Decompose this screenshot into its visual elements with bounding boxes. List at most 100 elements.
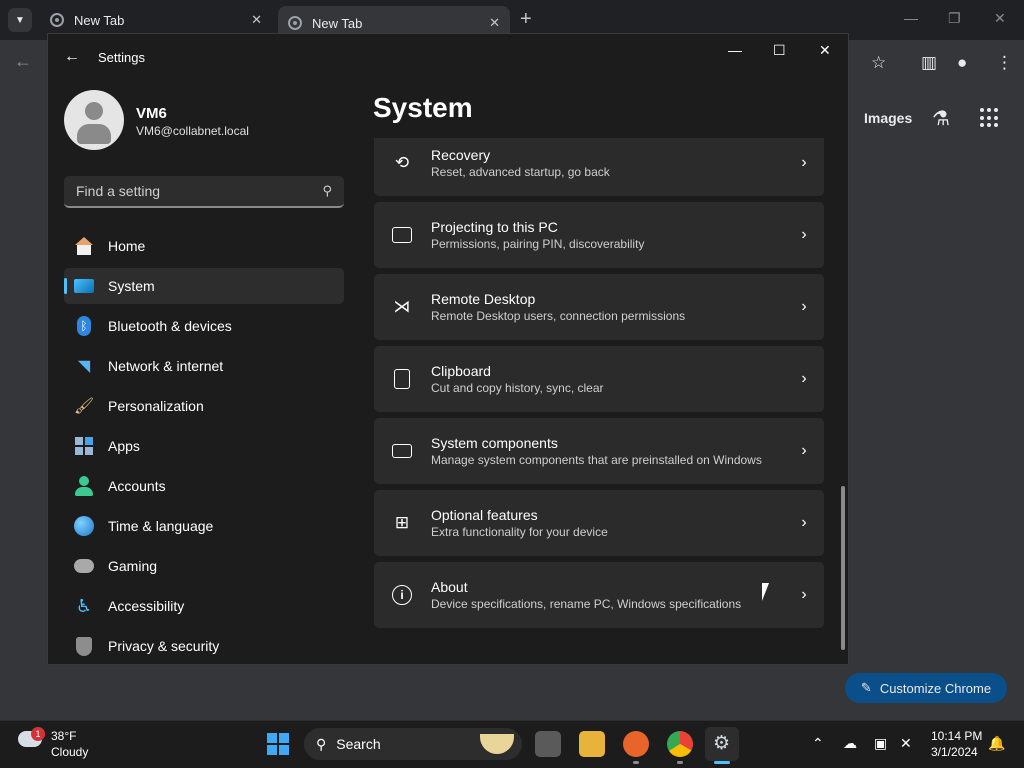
settings-app-button[interactable]: ⚙ [705,727,739,761]
profile-icon[interactable]: ● [957,53,967,73]
chevron-right-icon: › [801,154,807,171]
side-panel-icon[interactable]: ▥ [921,53,937,73]
nav-label: Home [108,238,146,254]
nav-label: Bluetooth & devices [108,318,232,334]
card-system-components[interactable]: System components Manage system componen… [374,418,824,484]
account-icon [74,476,94,496]
tab-search-button[interactable]: ▼ [8,8,32,32]
chevron-right-icon: › [801,514,807,531]
nav-item-apps[interactable]: Apps [64,428,344,464]
home-icon [74,236,94,256]
nav-item-system[interactable]: System [64,268,344,304]
remote-desktop-icon: ⋊ [393,297,411,316]
taskbar-search-label: Search [336,736,381,752]
nav-item-bluetooth[interactable]: ᛒ Bluetooth & devices [64,308,344,344]
card-subtitle: Manage system components that are preins… [431,453,762,467]
firefox-icon[interactable] [623,731,649,757]
volume-muted-icon[interactable]: ✕ [900,735,912,752]
nav-item-network[interactable]: ◥ Network & internet [64,348,344,384]
avatar[interactable] [64,90,124,150]
active-app-indicator [714,761,730,764]
settings-nav: Home System ᛒ Bluetooth & devices ◥ Netw… [64,228,344,664]
nav-item-gaming[interactable]: Gaming [64,548,344,584]
optional-features-icon: ⊞ [394,513,410,532]
nav-item-accessibility[interactable]: ♿ Accessibility [64,588,344,624]
maximize-icon[interactable]: ☐ [773,42,786,59]
browser-close-icon[interactable]: ✕ [994,10,1006,27]
mouse-cursor-icon [762,583,769,601]
accessibility-icon: ♿ [75,595,93,616]
google-apps-icon[interactable] [980,108,1000,128]
weather-temperature[interactable]: 38°F [51,729,76,743]
windows-start-icon[interactable] [267,733,289,755]
card-subtitle: Reset, advanced startup, go back [431,165,610,179]
back-arrow-icon[interactable]: ← [64,48,80,66]
card-recovery[interactable]: ⟲ Recovery Reset, advanced startup, go b… [374,138,824,196]
file-explorer-icon[interactable] [579,731,605,757]
weather-condition[interactable]: Cloudy [51,745,88,759]
network-icon[interactable]: ▣ [874,735,887,752]
nav-label: Apps [108,438,140,454]
nav-label: Privacy & security [108,638,220,654]
nav-label: Personalization [108,398,204,414]
system-icon [74,276,94,296]
customize-chrome-button[interactable]: ✎ Customize Chrome [845,673,1007,703]
customize-chrome-label: Customize Chrome [879,680,992,696]
card-title: Optional features [431,507,538,523]
taskbar-search-box[interactable]: ⚲ Search [304,728,522,760]
card-about[interactable]: i About Device specifications, rename PC… [374,562,824,628]
card-title: Remote Desktop [431,291,536,307]
profile-name: VM6 [136,105,167,122]
find-setting-input[interactable] [76,183,323,199]
notification-bell-icon[interactable]: 🔔 [988,735,1005,752]
search-box[interactable]: ⚲ [64,176,344,208]
card-clipboard[interactable]: Clipboard Cut and copy history, sync, cl… [374,346,824,412]
browser-back-icon[interactable]: ← [14,51,32,72]
tab-title: New Tab [74,12,125,28]
chrome-menu-icon[interactable]: ⋮ [996,53,1013,73]
search-highlight-icon [480,734,514,754]
nav-item-personalization[interactable]: 🖌 Personalization [64,388,344,424]
nav-label: Accessibility [108,598,185,614]
shield-icon [74,636,94,656]
running-indicator [677,761,683,764]
apps-icon [74,436,94,456]
bookmark-star-icon[interactable]: ☆ [871,53,886,73]
chevron-right-icon: › [801,370,807,387]
browser-minimize-icon[interactable]: — [904,10,918,26]
labs-flask-icon[interactable]: ⚗ [932,106,950,131]
close-tab-icon[interactable]: ✕ [489,15,500,31]
close-tab-icon[interactable]: ✕ [251,12,262,28]
minimize-icon[interactable]: — [728,42,742,58]
card-projecting[interactable]: Projecting to this PC Permissions, pairi… [374,202,824,268]
card-subtitle: Extra functionality for your device [431,525,608,539]
settings-title-bar: ← Settings — ☐ ✕ [48,34,848,82]
nav-item-accounts[interactable]: Accounts [64,468,344,504]
pencil-icon: ✎ [860,680,872,695]
chevron-up-icon[interactable]: ⌃ [812,735,824,752]
window-title: Settings [98,50,145,65]
nav-item-home[interactable]: Home [64,228,344,264]
content-scrollbar[interactable] [841,486,845,650]
card-remote-desktop[interactable]: ⋊ Remote Desktop Remote Desktop users, c… [374,274,824,340]
card-title: About [431,579,468,595]
onedrive-cloud-icon[interactable]: ☁ [843,735,857,752]
bluetooth-icon: ᛒ [74,316,94,336]
task-view-icon[interactable] [535,731,561,757]
new-tab-button[interactable]: + [520,8,532,31]
chrome-icon[interactable] [667,731,693,757]
clock-time[interactable]: 10:14 PM [931,729,982,743]
card-title: System components [431,435,558,451]
nav-label: Gaming [108,558,158,574]
card-title: Projecting to this PC [431,219,558,235]
chevron-right-icon: › [801,442,807,459]
images-link[interactable]: Images [864,110,912,126]
nav-item-time-language[interactable]: Time & language [64,508,344,544]
settings-content-list: ⟲ Recovery Reset, advanced startup, go b… [374,138,824,658]
nav-item-privacy-security[interactable]: Privacy & security [64,628,344,664]
card-optional-features[interactable]: ⊞ Optional features Extra functionality … [374,490,824,556]
browser-restore-icon[interactable]: ❐ [948,10,961,27]
clock-date[interactable]: 3/1/2024 [931,745,978,759]
close-icon[interactable]: ✕ [819,42,831,59]
browser-tab-1[interactable]: New Tab ✕ [40,6,272,34]
